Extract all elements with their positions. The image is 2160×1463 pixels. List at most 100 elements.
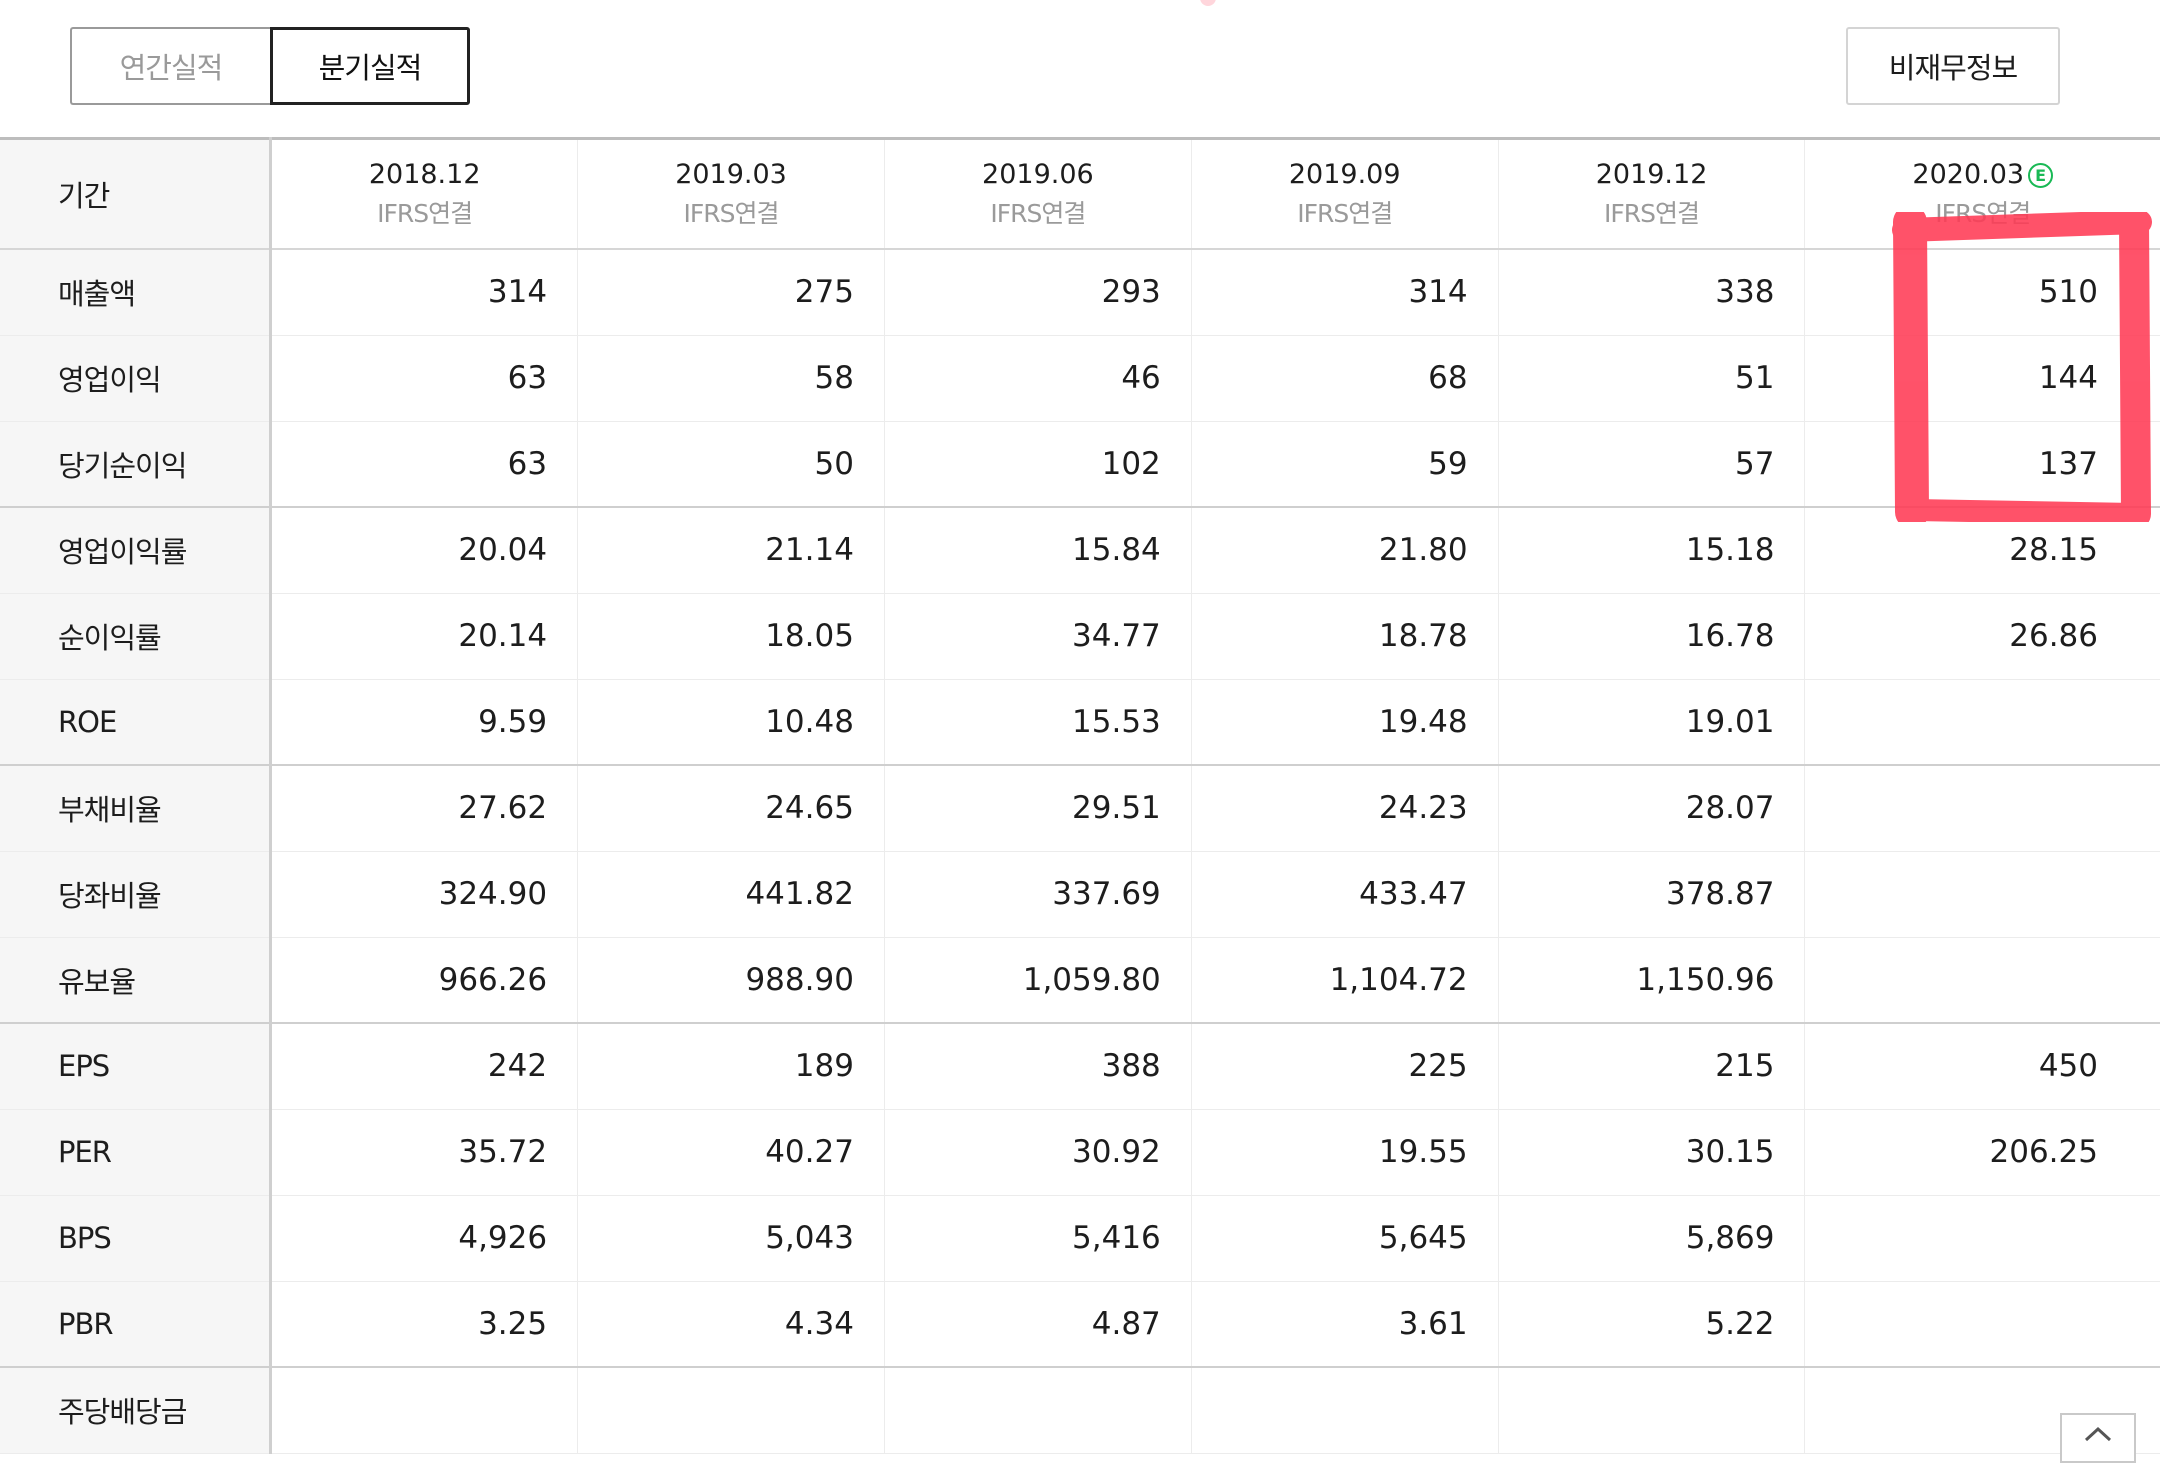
table-cell: 137 <box>1804 421 2160 508</box>
table-cell: 63 <box>270 421 579 508</box>
estimate-badge-icon: E <box>2028 162 2054 188</box>
table-cell: 206.25 <box>1804 1109 2160 1196</box>
table-cell: 324.90 <box>270 851 579 938</box>
table-cell: 19.55 <box>1191 1109 1499 1196</box>
table-cell: 34.77 <box>884 593 1192 680</box>
table-cell <box>1804 679 2160 766</box>
scroll-to-top-button[interactable] <box>2060 1413 2136 1463</box>
period-accounting: IFRS연결 <box>1604 198 1700 228</box>
table-cell: 5,869 <box>1498 1195 1806 1282</box>
table-cell: 1,059.80 <box>884 937 1192 1024</box>
table-cell: 1,150.96 <box>1498 937 1806 1024</box>
table-cell: 102 <box>884 421 1192 508</box>
table-cell: 242 <box>270 1023 579 1110</box>
table-cell: 19.01 <box>1498 679 1806 766</box>
table-row: PBR 3.25 4.34 4.87 3.61 5.22 <box>0 1281 2160 1368</box>
row-label: EPS <box>0 1023 273 1110</box>
table-cell: 30.15 <box>1498 1109 1806 1196</box>
table-cell: 24.65 <box>577 765 885 852</box>
table-row: 당좌비율 324.90 441.82 337.69 433.47 378.87 <box>0 851 2160 938</box>
table-cell: 5,416 <box>884 1195 1192 1282</box>
top-toolbar: 연간실적 분기실적 비재무정보 <box>0 0 2160 137</box>
table-cell: 20.14 <box>270 593 579 680</box>
row-label: 주당배당금 <box>0 1367 273 1454</box>
tab-annual[interactable]: 연간실적 <box>70 27 270 105</box>
row-label: 영업이익 <box>0 335 273 422</box>
period-date: 2019.03 <box>675 158 787 190</box>
table-cell: 18.05 <box>577 593 885 680</box>
table-cell: 20.04 <box>270 507 579 594</box>
table-cell: 15.53 <box>884 679 1192 766</box>
table-cell <box>1804 851 2160 938</box>
table-cell: 18.78 <box>1191 593 1499 680</box>
nonfinancial-info-button[interactable]: 비재무정보 <box>1846 27 2060 105</box>
period-header-label: 기간 <box>0 137 273 250</box>
period-date: 2018.12 <box>368 158 481 190</box>
table-cell: 337.69 <box>884 851 1192 938</box>
table-cell: 293 <box>884 249 1192 336</box>
period-header-estimate: 2020.03 E IFRS연결 <box>1804 137 2160 250</box>
table-cell: 275 <box>577 249 885 336</box>
table-cell: 68 <box>1191 335 1499 422</box>
table-cell: 388 <box>884 1023 1192 1110</box>
chevron-up-icon <box>2084 1426 2112 1442</box>
table-cell: 189 <box>577 1023 885 1110</box>
table-cell <box>1804 1281 2160 1368</box>
table-cell: 57 <box>1498 421 1806 508</box>
table-cell: 5.22 <box>1498 1281 1806 1368</box>
tab-quarterly[interactable]: 분기실적 <box>270 27 470 105</box>
table-cell: 988.90 <box>577 937 885 1024</box>
table-cell: 16.78 <box>1498 593 1806 680</box>
financial-summary-table: 기간 2018.12 IFRS연결 2019.03 IFRS연결 2019.06… <box>0 137 2160 1454</box>
table-cell: 338 <box>1498 249 1806 336</box>
period-date: 2020.03 E <box>1805 159 2160 190</box>
table-row: EPS 242 189 388 225 215 450 <box>0 1023 2160 1110</box>
table-row: 주당배당금 <box>0 1367 2160 1454</box>
table-cell: 215 <box>1498 1023 1806 1110</box>
period-date: 2019.06 <box>982 158 1094 190</box>
table-cell <box>1804 937 2160 1024</box>
table-cell: 4,926 <box>270 1195 579 1282</box>
row-label: 유보율 <box>0 937 273 1024</box>
table-cell: 9.59 <box>270 679 579 766</box>
period-accounting: IFRS연결 <box>1297 198 1393 228</box>
row-label: ROE <box>0 679 273 766</box>
table-cell: 144 <box>1804 335 2160 422</box>
period-header: 2019.09 IFRS연결 <box>1191 137 1499 250</box>
table-cell: 58 <box>577 335 885 422</box>
table-cell: 59 <box>1191 421 1499 508</box>
table-cell: 378.87 <box>1498 851 1806 938</box>
table-cell <box>577 1367 885 1454</box>
row-label: 당좌비율 <box>0 851 273 938</box>
table-cell: 40.27 <box>577 1109 885 1196</box>
table-cell: 10.48 <box>577 679 885 766</box>
table-cell: 15.18 <box>1498 507 1806 594</box>
table-cell <box>1498 1367 1806 1454</box>
table-cell: 63 <box>270 335 579 422</box>
table-cell: 27.62 <box>270 765 579 852</box>
table-cell: 30.92 <box>884 1109 1192 1196</box>
table-cell: 4.87 <box>884 1281 1192 1368</box>
table-header-row: 기간 2018.12 IFRS연결 2019.03 IFRS연결 2019.06… <box>0 137 2160 250</box>
table-cell <box>1804 1195 2160 1282</box>
table-cell: 26.86 <box>1804 593 2160 680</box>
period-date: 2019.12 <box>1595 158 1708 190</box>
table-cell <box>270 1367 579 1454</box>
table-cell: 50 <box>577 421 885 508</box>
table-cell: 15.84 <box>884 507 1192 594</box>
table-cell: 314 <box>1191 249 1499 336</box>
row-label: BPS <box>0 1195 273 1282</box>
table-cell: 5,645 <box>1191 1195 1499 1282</box>
table-row: 당기순이익 63 50 102 59 57 137 <box>0 421 2160 508</box>
period-accounting: IFRS연결 <box>683 198 780 228</box>
period-accounting: IFRS연결 <box>377 198 473 228</box>
table-cell: 19.48 <box>1191 679 1499 766</box>
table-row: 영업이익률 20.04 21.14 15.84 21.80 15.18 28.15 <box>0 507 2160 594</box>
table-cell: 441.82 <box>577 851 885 938</box>
period-date-text: 2020.03 <box>1912 158 2025 190</box>
table-cell: 51 <box>1498 335 1806 422</box>
table-cell: 966.26 <box>270 937 579 1024</box>
row-label: PBR <box>0 1281 273 1368</box>
table-row: 순이익률 20.14 18.05 34.77 18.78 16.78 26.86 <box>0 593 2160 680</box>
table-cell: 314 <box>270 249 579 336</box>
